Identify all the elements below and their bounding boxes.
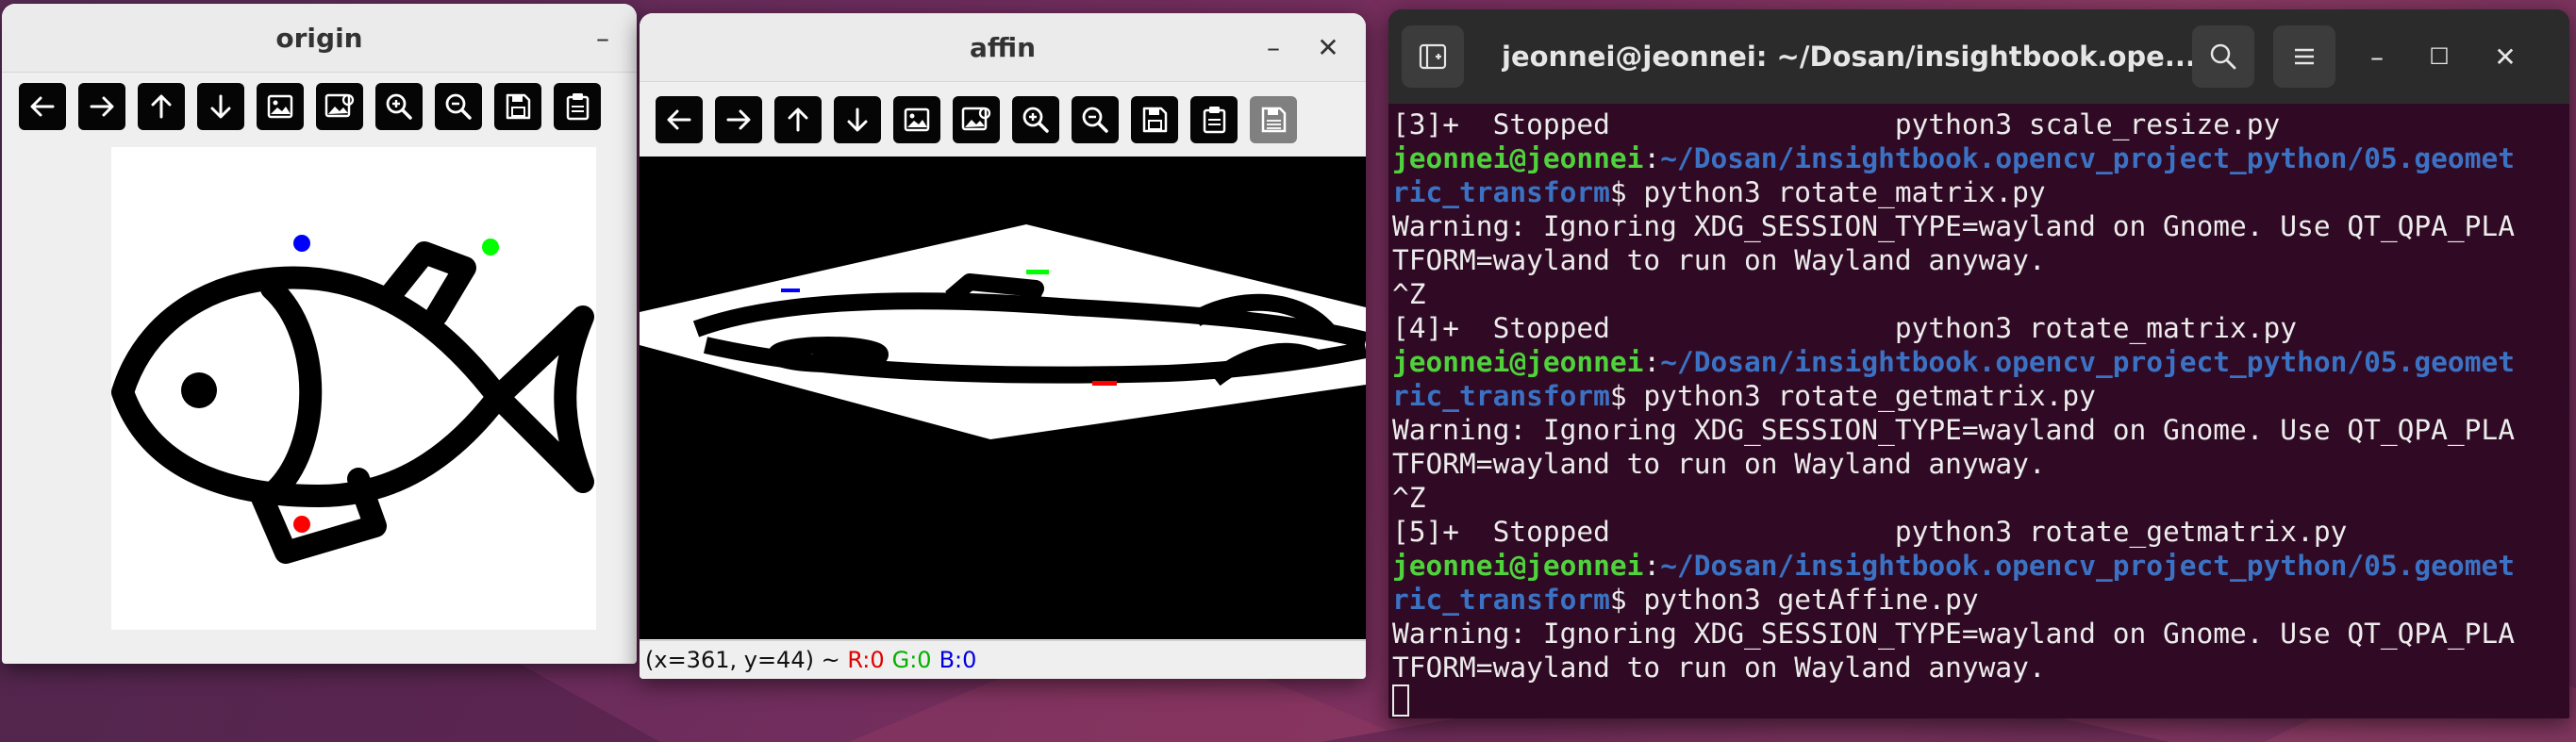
image-icon (904, 107, 930, 132)
arrow-left-button[interactable] (656, 96, 703, 143)
image-settings-icon (961, 107, 991, 131)
terminal-headerbar[interactable]: jeonnei@jeonnei: ~/Dosan/insightbook.ope… (1388, 9, 2569, 104)
arrow-right-button[interactable] (78, 83, 125, 130)
image-button[interactable] (257, 83, 304, 130)
zoom-out-button[interactable] (1072, 96, 1119, 143)
blue-value: B:0 (939, 647, 977, 673)
arrow-right-button[interactable] (715, 96, 762, 143)
prompt-user: jeonnei@jeonnei (1392, 550, 1644, 582)
search-icon (2210, 43, 2236, 70)
new-tab-button[interactable] (1402, 25, 1464, 88)
image-settings-icon (324, 93, 355, 118)
zoom-out-icon (445, 93, 472, 120)
prompt-path: ric_transform (1392, 176, 1610, 208)
prompt-user: jeonnei@jeonnei (1392, 346, 1644, 378)
zoom-out-button[interactable] (435, 83, 482, 130)
clipboard-icon (566, 93, 590, 121)
arrow-left-button[interactable] (19, 83, 66, 130)
red-value: R:0 (847, 647, 885, 673)
terminal-title: jeonnei@jeonnei: ~/Dosan/insightbook.ope… (1502, 41, 2196, 73)
prompt-path: ric_transform (1392, 584, 1610, 616)
prompt-path: ~/Dosan/insightbook.opencv_project_pytho… (1660, 142, 2515, 174)
origin-titlebar[interactable]: origin – (2, 4, 637, 73)
terminal-window: jeonnei@jeonnei: ~/Dosan/insightbook.ope… (1388, 9, 2569, 718)
arrow-right-icon (90, 96, 114, 117)
maximize-button[interactable]: ☐ (2417, 34, 2462, 79)
close-button[interactable]: ✕ (1305, 13, 1351, 81)
zoom-out-icon (1082, 107, 1108, 133)
window-title: origin (275, 22, 363, 54)
arrow-left-icon (30, 96, 55, 117)
zoom-in-icon (386, 93, 412, 120)
green-value: G:0 (891, 647, 932, 673)
arrow-down-button[interactable] (834, 96, 881, 143)
image-icon (267, 94, 293, 119)
window-title: affin (969, 31, 1037, 63)
image-settings-button[interactable] (953, 96, 1000, 143)
clipboard-icon (1203, 107, 1226, 134)
search-button[interactable] (2192, 25, 2254, 88)
affin-image-area[interactable] (640, 157, 1366, 639)
prompt-path: ~/Dosan/insightbook.opencv_project_pytho… (1660, 346, 2515, 378)
image-settings-button[interactable] (316, 83, 363, 130)
arrow-down-icon (210, 94, 231, 119)
terminal-cursor (1392, 684, 1409, 717)
cursor-coords: (x=361, y=44) ~ (645, 647, 848, 673)
arrow-up-icon (151, 94, 172, 119)
arrow-down-button[interactable] (197, 83, 244, 130)
prompt-user: jeonnei@jeonnei (1392, 142, 1644, 174)
properties-button[interactable] (1250, 96, 1297, 143)
zoom-in-icon (1022, 107, 1049, 133)
prompt-path: ric_transform (1392, 380, 1610, 412)
properties-icon (1261, 107, 1287, 133)
save-icon (1142, 107, 1168, 133)
affin-statusbar: (x=361, y=44) ~ R:0 G:0 B:0 (640, 640, 1366, 679)
image-button[interactable] (893, 96, 940, 143)
hamburger-menu-icon (2295, 48, 2314, 65)
close-button[interactable]: ✕ (2483, 34, 2528, 79)
save-icon (506, 93, 531, 120)
affin-toolbar (656, 96, 1297, 143)
menu-button[interactable] (2273, 25, 2335, 88)
clipboard-button[interactable] (1190, 96, 1238, 143)
zoom-in-button[interactable] (375, 83, 423, 130)
zoom-in-button[interactable] (1012, 96, 1059, 143)
prompt-path: ~/Dosan/insightbook.opencv_project_pytho… (1660, 550, 2515, 582)
terminal-text: [3]+ Stopped python3 scale_resize.py jeo… (1392, 108, 2515, 684)
save-button[interactable] (1131, 96, 1178, 143)
arrow-down-icon (847, 107, 868, 132)
affine-warped-image (640, 157, 1366, 639)
origin-toolbar (19, 83, 601, 130)
affin-titlebar[interactable]: affin – ✕ (640, 13, 1366, 82)
minimize-button[interactable]: – (580, 4, 625, 72)
arrow-up-button[interactable] (138, 83, 185, 130)
arrow-left-icon (667, 109, 691, 130)
fish-image[interactable] (111, 147, 596, 630)
new-tab-icon (1419, 43, 1447, 70)
arrow-up-icon (788, 107, 808, 132)
terminal-output[interactable]: [3]+ Stopped python3 scale_resize.py jeo… (1388, 104, 2569, 718)
save-button[interactable] (494, 83, 541, 130)
origin-window: origin – (2, 4, 637, 664)
clipboard-button[interactable] (554, 83, 601, 130)
minimize-button[interactable]: – (1251, 13, 1296, 81)
origin-image-area (2, 141, 637, 664)
arrow-up-button[interactable] (774, 96, 822, 143)
affin-window: affin – ✕ (x=361, y=44) ~ R:0 G:0 B:0 (640, 13, 1366, 679)
minimize-button[interactable]: – (2354, 34, 2400, 79)
arrow-right-icon (726, 109, 751, 130)
